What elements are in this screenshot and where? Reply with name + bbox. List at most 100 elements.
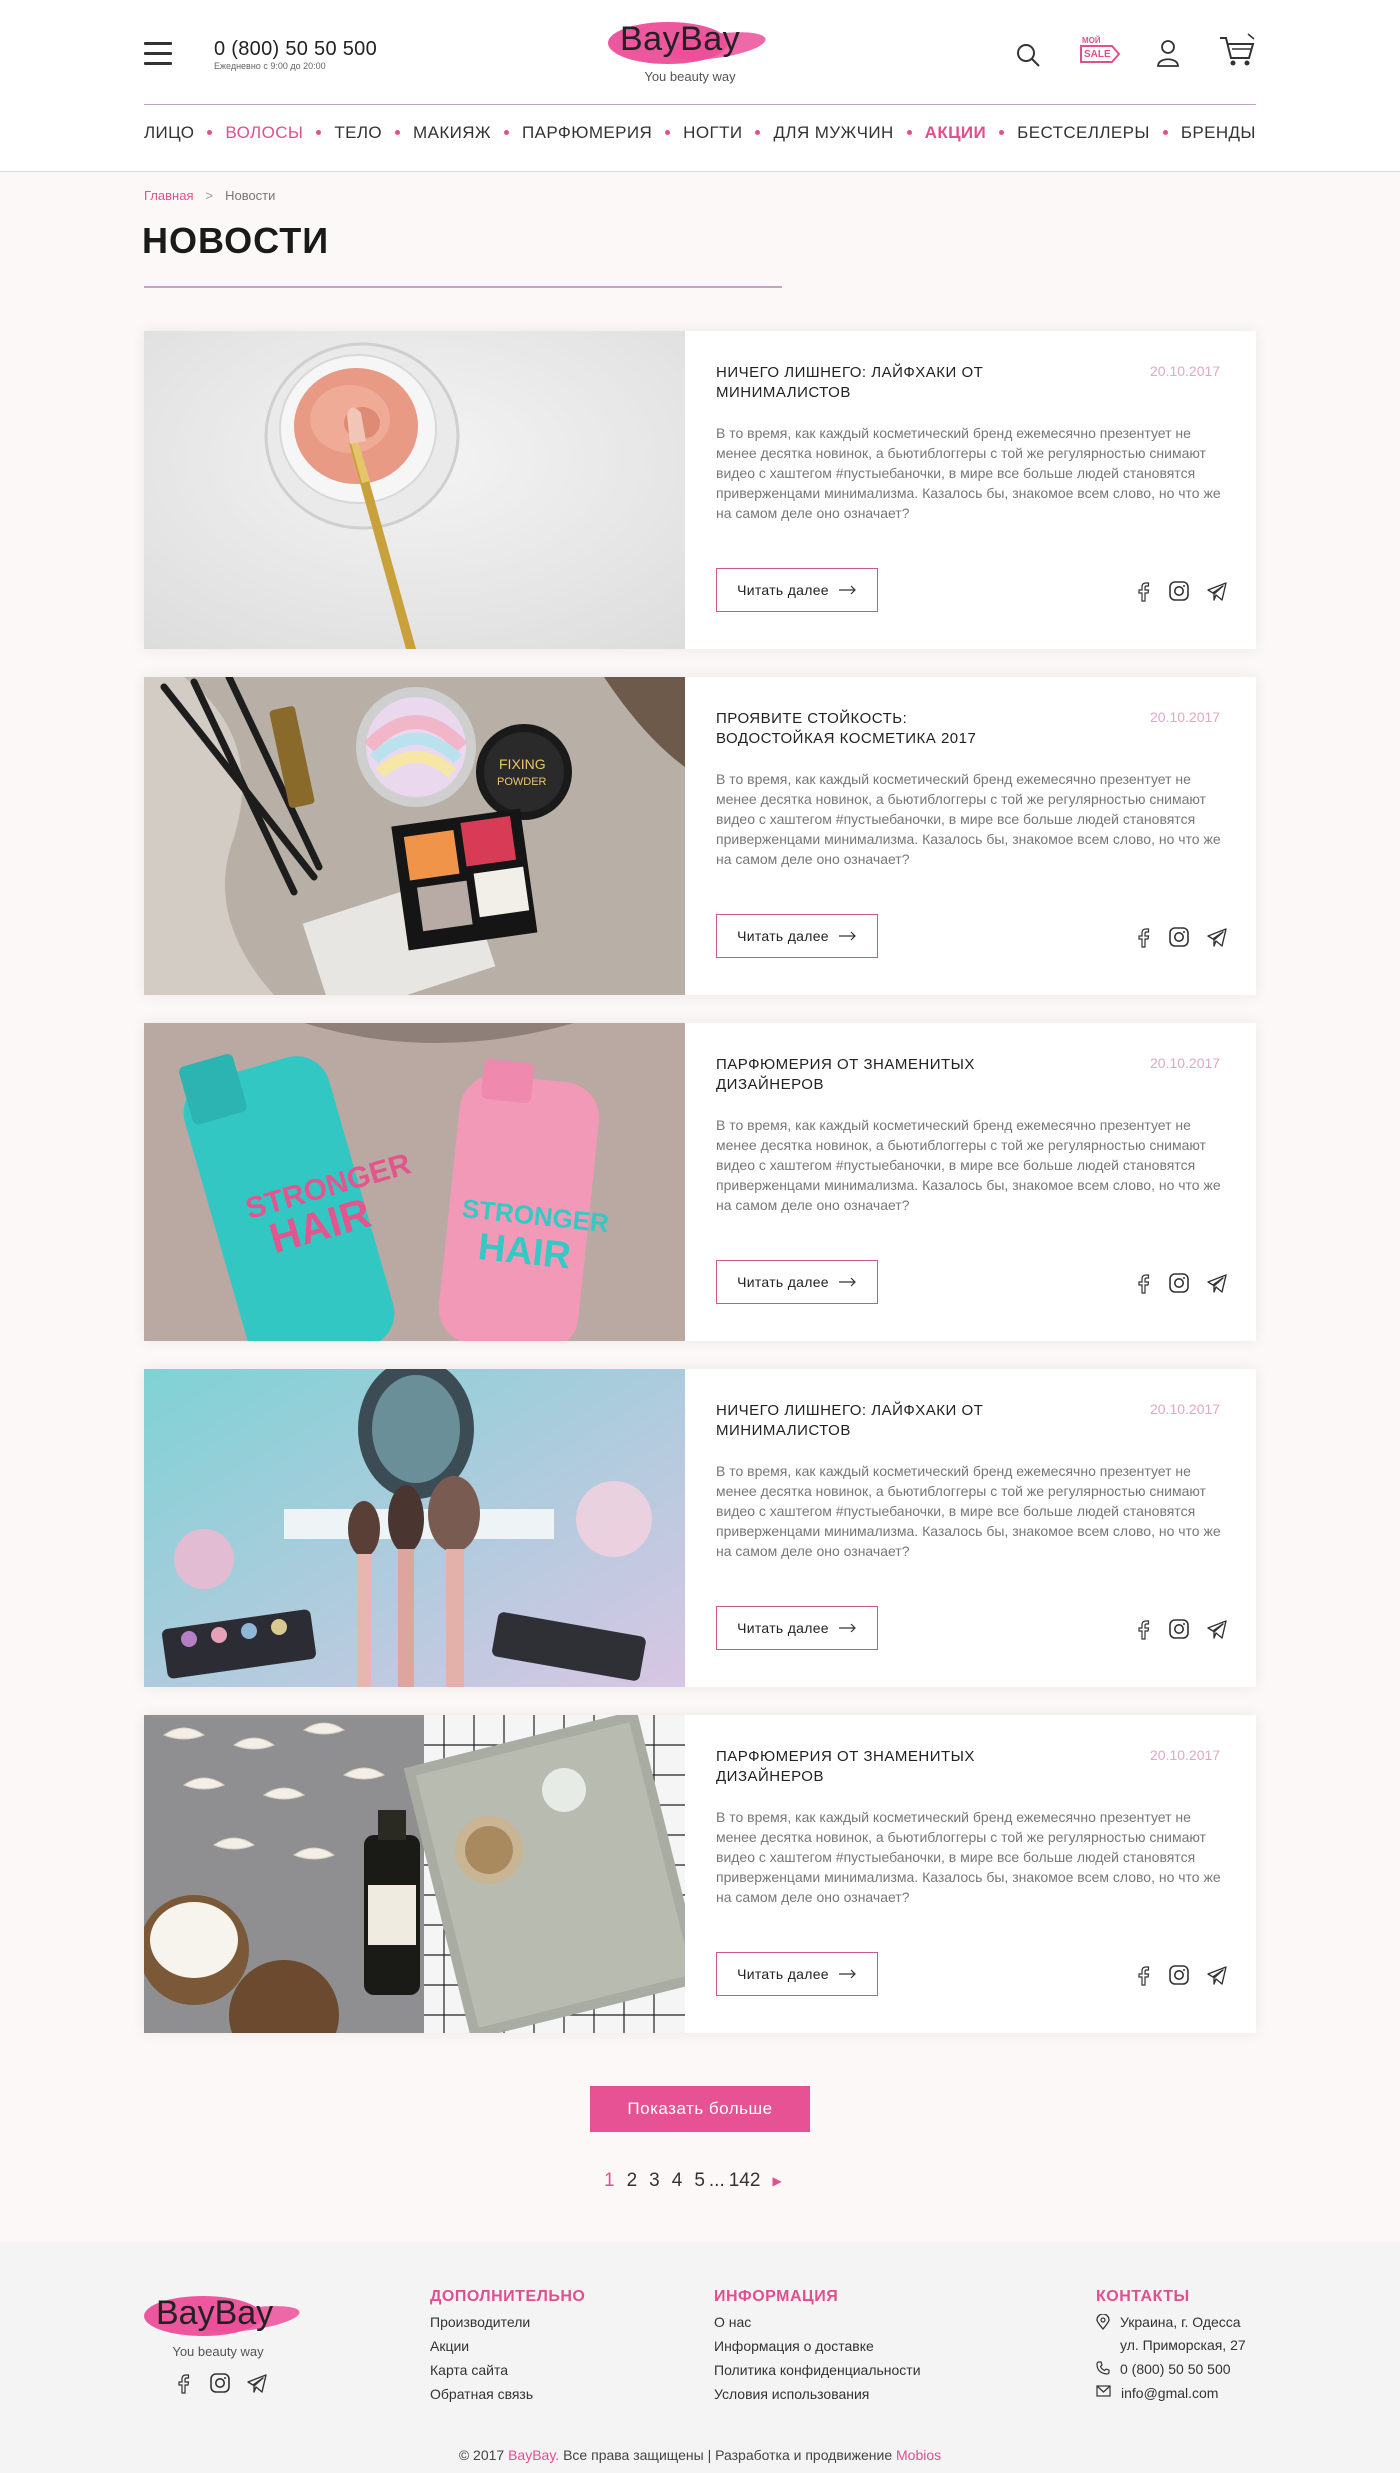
telegram-icon[interactable] <box>1206 1964 1228 1986</box>
facebook-icon[interactable] <box>1134 1272 1154 1294</box>
read-more-button[interactable]: Читать далее <box>716 1260 878 1304</box>
footer-link[interactable]: Акции <box>430 2338 585 2354</box>
mail-icon <box>1096 2385 1111 2397</box>
news-image-powder[interactable] <box>144 331 685 649</box>
nav-item-hair[interactable]: ВОЛОСЫ <box>225 123 303 143</box>
nav-item-sales[interactable]: АКЦИИ <box>925 123 987 143</box>
nav-separator <box>504 130 510 135</box>
read-more-button[interactable]: Читать далее <box>716 1606 878 1650</box>
telegram-icon[interactable] <box>1206 1272 1228 1294</box>
nav-item-perfume[interactable]: ПАРФЮМЕРИЯ <box>522 123 652 143</box>
instagram-icon[interactable] <box>1168 580 1190 602</box>
menu-icon[interactable] <box>144 42 172 66</box>
news-image-cosmetics[interactable]: FIXING POWDER <box>144 677 685 995</box>
nav-item-makeup[interactable]: МАКИЯЖ <box>413 123 491 143</box>
news-excerpt: В то время, как каждый косметический бре… <box>716 1809 1221 1905</box>
facebook-icon[interactable] <box>1134 1618 1154 1640</box>
read-more-label: Читать далее <box>737 928 829 944</box>
footer-logo[interactable]: BayBay You beauty way <box>144 2290 304 2360</box>
nav-item-men[interactable]: ДЛЯ МУЖЧИН <box>773 123 893 143</box>
instagram-icon[interactable] <box>209 2372 231 2394</box>
footer-link[interactable]: Производители <box>430 2314 585 2330</box>
nav-separator <box>755 130 761 135</box>
footer-link[interactable]: О нас <box>714 2314 921 2330</box>
header-phone[interactable]: 0 (800) 50 50 500 <box>214 38 377 61</box>
news-date: 20.10.2017 <box>1150 709 1221 725</box>
page-link[interactable]: 5 <box>694 2170 705 2192</box>
footer-link[interactable]: Обратная связь <box>430 2386 585 2402</box>
news-image-brushes[interactable] <box>144 1369 685 1687</box>
read-more-button[interactable]: Читать далее <box>716 568 878 612</box>
news-image-coconut[interactable] <box>144 1715 685 2033</box>
footer-email[interactable]: info@gmal.com <box>1121 2385 1218 2401</box>
instagram-icon[interactable] <box>1168 926 1190 948</box>
breadcrumb-home[interactable]: Главная <box>144 188 193 203</box>
nav-item-nails[interactable]: НОГТИ <box>683 123 742 143</box>
news-excerpt: В то время, как каждый косметический бре… <box>716 425 1221 521</box>
nav-separator <box>665 130 671 135</box>
read-more-label: Читать далее <box>737 582 829 598</box>
developer-link[interactable]: Mobios <box>896 2447 941 2463</box>
news-title[interactable]: НИЧЕГО ЛИШНЕГО: ЛАЙФХАКИ ОТ МИНИМАЛИСТОВ <box>716 1401 1016 1441</box>
news-title[interactable]: ПАРФЮМЕРИЯ ОТ ЗНАМЕНИТЫХ ДИЗАЙНЕРОВ <box>716 1747 1016 1787</box>
news-card: НИЧЕГО ЛИШНЕГО: ЛАЙФХАКИ ОТ МИНИМАЛИСТОВ… <box>144 331 1256 649</box>
logo-slogan: You beauty way <box>644 69 736 84</box>
page-link[interactable]: 2 <box>627 2170 638 2192</box>
logo[interactable]: BayBay You beauty way <box>606 16 768 86</box>
telegram-icon[interactable] <box>1206 580 1228 602</box>
read-more-label: Читать далее <box>737 1966 829 1982</box>
facebook-icon[interactable] <box>174 2372 194 2394</box>
read-more-button[interactable]: Читать далее <box>716 1952 878 1996</box>
pagination: 1 2 3 4 5 ... 142 ▶ <box>604 2170 782 2192</box>
show-more-button[interactable]: Показать больше <box>590 2086 810 2132</box>
telegram-icon[interactable] <box>246 2372 268 2394</box>
copyright-year: © 2017 <box>458 2447 505 2463</box>
nav-item-bestsellers[interactable]: БЕСТСЕЛЛЕРЫ <box>1017 123 1150 143</box>
instagram-icon[interactable] <box>1168 1272 1190 1294</box>
page-link[interactable]: 3 <box>649 2170 660 2192</box>
phone-icon <box>1096 2361 1110 2375</box>
news-image-shampoo[interactable]: STRONGER HAIR STRONGER HAIR <box>144 1023 685 1341</box>
telegram-icon[interactable] <box>1206 926 1228 948</box>
footer-link[interactable]: Условия использования <box>714 2386 921 2402</box>
page-link-last[interactable]: 142 <box>729 2170 761 2192</box>
contact-address: Украина, г. Одесса ул. Приморская, 27 <box>1096 2314 1246 2353</box>
telegram-icon[interactable] <box>1206 1618 1228 1640</box>
nav-separator <box>395 130 401 135</box>
copyright-brand[interactable]: BayBay. <box>508 2447 559 2463</box>
news-excerpt: В то время, как каждый косметический бре… <box>716 771 1221 867</box>
footer-contacts-title: КОНТАКТЫ <box>1096 2288 1190 2305</box>
footer-link[interactable]: Карта сайта <box>430 2362 585 2378</box>
footer-extra-title: ДОПОЛНИТЕЛЬНО <box>430 2288 586 2305</box>
news-title[interactable]: ПАРФЮМЕРИЯ ОТ ЗНАМЕНИТЫХ ДИЗАЙНЕРОВ <box>716 1055 1016 1095</box>
nav-item-face[interactable]: ЛИЦО <box>144 123 194 143</box>
footer-logo-text: BayBay <box>156 2294 274 2332</box>
footer-link[interactable]: Политика конфиденциальности <box>714 2362 921 2378</box>
next-page-icon[interactable]: ▶ <box>772 2174 781 2188</box>
footer-info-title: ИНФОРМАЦИЯ <box>714 2288 839 2305</box>
facebook-icon[interactable] <box>1134 1964 1154 1986</box>
user-icon[interactable] <box>1156 38 1180 68</box>
arrow-right-icon <box>838 585 856 595</box>
read-more-button[interactable]: Читать далее <box>716 914 878 958</box>
search-icon[interactable] <box>1015 42 1041 68</box>
read-more-label: Читать далее <box>737 1620 829 1636</box>
nav-item-body[interactable]: ТЕЛО <box>334 123 382 143</box>
news-title[interactable]: НИЧЕГО ЛИШНЕГО: ЛАЙФХАКИ ОТ МИНИМАЛИСТОВ <box>716 363 1016 403</box>
instagram-icon[interactable] <box>1168 1618 1190 1640</box>
facebook-icon[interactable] <box>1134 926 1154 948</box>
instagram-icon[interactable] <box>1168 1964 1190 1986</box>
page-link-current[interactable]: 1 <box>604 2170 615 2192</box>
main-nav: ЛИЦО ВОЛОСЫ ТЕЛО МАКИЯЖ ПАРФЮМЕРИЯ НОГТИ… <box>144 104 1256 160</box>
footer-link[interactable]: Информация о доставке <box>714 2338 921 2354</box>
page-link[interactable]: 4 <box>672 2170 683 2192</box>
nav-separator <box>316 130 322 135</box>
nav-separator <box>906 130 912 135</box>
news-title[interactable]: ПРОЯВИТЕ СТОЙКОСТЬ: ВОДОСТОЙКАЯ КОСМЕТИК… <box>716 709 1016 749</box>
nav-item-brands[interactable]: БРЕНДЫ <box>1181 123 1256 143</box>
footer-phone[interactable]: 0 (800) 50 50 500 <box>1120 2361 1231 2377</box>
footer-contacts-column: КОНТАКТЫ Украина, г. Одесса ул. Приморска… <box>1096 2288 1246 2409</box>
facebook-icon[interactable] <box>1134 580 1154 602</box>
cart-icon[interactable] <box>1218 32 1256 68</box>
my-sale-badge[interactable]: МОЙ SALE <box>1078 36 1122 68</box>
